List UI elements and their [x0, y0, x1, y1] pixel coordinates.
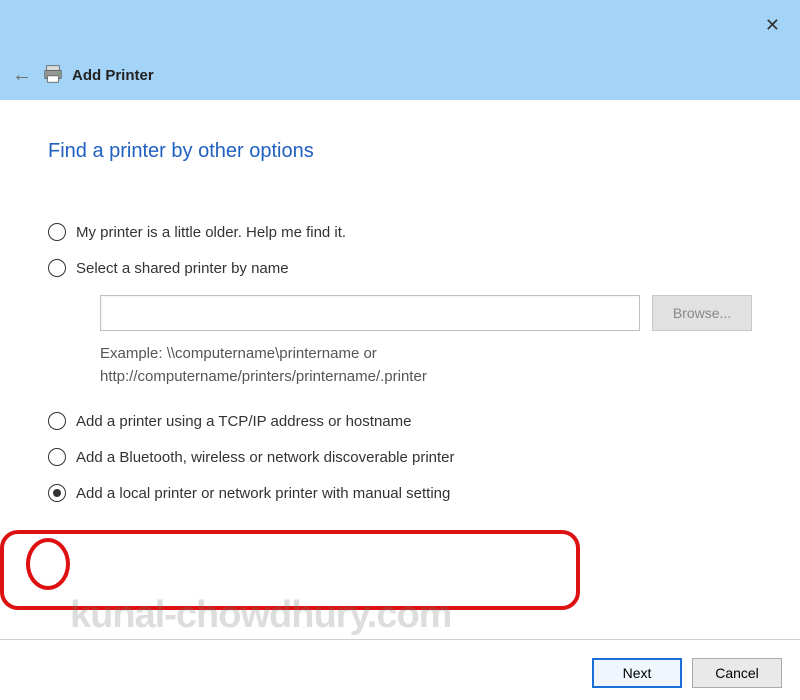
watermark-text: kunal-chowdhury.com	[70, 594, 451, 637]
back-arrow-icon[interactable]: ←	[10, 63, 34, 87]
option-label: Add a Bluetooth, wireless or network dis…	[76, 449, 455, 466]
example-line-1: Example: \\computername\printername or	[100, 343, 770, 366]
footer-divider	[0, 639, 800, 640]
footer-buttons: Next Cancel	[592, 658, 782, 688]
option-label: Add a printer using a TCP/IP address or …	[76, 413, 411, 430]
option-tcpip[interactable]: Add a printer using a TCP/IP address or …	[48, 412, 770, 430]
radio-icon[interactable]	[48, 223, 66, 241]
shared-input-row: Browse...	[100, 295, 770, 331]
shared-printer-block: Browse... Example: \\computername\printe…	[100, 295, 770, 388]
radio-icon[interactable]	[48, 259, 66, 277]
browse-button[interactable]: Browse...	[652, 295, 752, 331]
annotation-ellipse	[26, 538, 70, 590]
example-line-2: http://computername/printers/printername…	[100, 366, 770, 389]
next-button[interactable]: Next	[592, 658, 682, 688]
printer-icon	[42, 63, 64, 88]
option-bluetooth[interactable]: Add a Bluetooth, wireless or network dis…	[48, 448, 770, 466]
option-label: Select a shared printer by name	[76, 260, 289, 277]
wizard-header: ← Add Printer	[0, 50, 800, 100]
content-area: Find a printer by other options My print…	[0, 100, 800, 502]
example-text: Example: \\computername\printername or h…	[100, 343, 770, 388]
option-label: My printer is a little older. Help me fi…	[76, 224, 346, 241]
titlebar: ✕	[0, 0, 800, 50]
option-label: Add a local printer or network printer w…	[76, 485, 450, 502]
option-local-manual[interactable]: Add a local printer or network printer w…	[48, 484, 770, 502]
annotation-box	[0, 530, 580, 610]
radio-icon[interactable]	[48, 448, 66, 466]
shared-printer-input[interactable]	[100, 295, 640, 331]
option-shared-printer[interactable]: Select a shared printer by name	[48, 259, 770, 277]
header-title: Add Printer	[72, 67, 154, 84]
radio-icon[interactable]	[48, 484, 66, 502]
radio-icon[interactable]	[48, 412, 66, 430]
close-icon[interactable]: ✕	[765, 15, 780, 36]
option-older-printer[interactable]: My printer is a little older. Help me fi…	[48, 223, 770, 241]
cancel-button[interactable]: Cancel	[692, 658, 782, 688]
page-heading: Find a printer by other options	[48, 140, 770, 163]
